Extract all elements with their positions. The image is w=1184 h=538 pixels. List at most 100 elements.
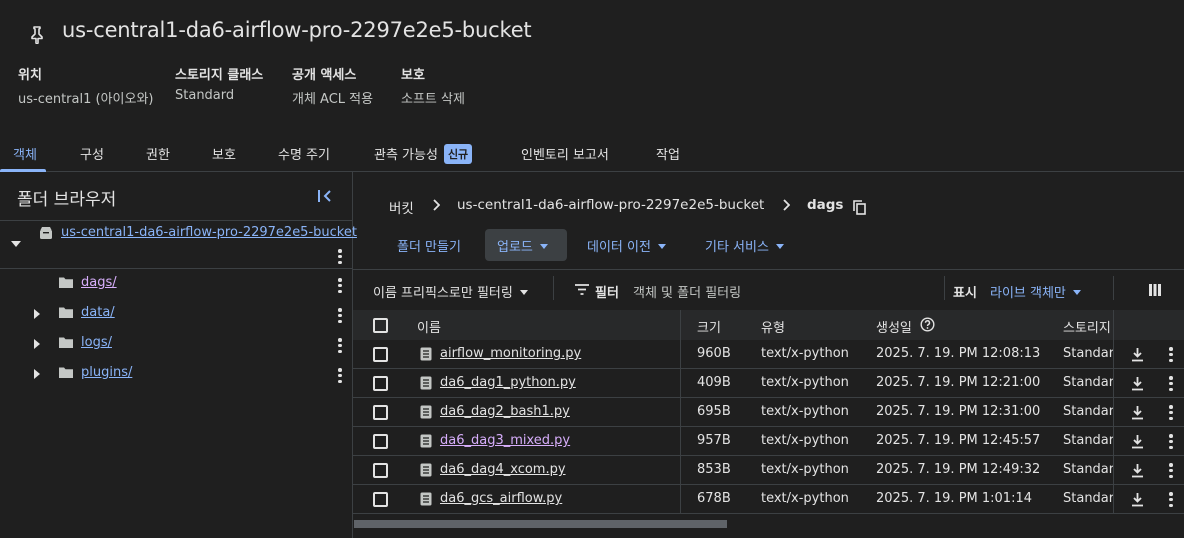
folder-icon xyxy=(58,306,74,319)
row-more-icon[interactable] xyxy=(1169,347,1173,363)
download-icon[interactable] xyxy=(1131,463,1144,478)
download-icon[interactable] xyxy=(1131,492,1144,507)
download-icon[interactable] xyxy=(1131,376,1144,391)
create-folder-button[interactable]: 폴더 만들기 xyxy=(397,236,461,255)
tree-folder-dags-link[interactable]: dags/ xyxy=(81,275,117,290)
data-transfer-button[interactable]: 데이터 이전 xyxy=(587,236,666,255)
tab-permissions[interactable]: 권한 xyxy=(146,144,170,163)
expand-plugins-icon[interactable] xyxy=(33,368,41,380)
row-checkbox[interactable] xyxy=(373,434,388,449)
tab-inventory-reports[interactable]: 인벤토리 보고서 xyxy=(521,144,609,163)
logs-more-icon[interactable] xyxy=(338,338,342,354)
row-checkbox[interactable] xyxy=(373,405,388,420)
caret-down-icon xyxy=(657,244,666,249)
tab-operations[interactable]: 작업 xyxy=(656,144,680,163)
tree-folder-data-link[interactable]: data/ xyxy=(81,305,115,320)
caret-down-icon xyxy=(1072,290,1081,295)
show-value: 라이브 객체만 xyxy=(990,286,1066,301)
expand-root-icon[interactable] xyxy=(10,240,22,248)
tree-folder-logs-link[interactable]: logs/ xyxy=(81,335,112,350)
folder-icon xyxy=(58,366,74,379)
row-more-icon[interactable] xyxy=(1169,434,1173,450)
tabs-divider xyxy=(0,171,1184,172)
row-more-icon[interactable] xyxy=(1169,492,1173,508)
tree-root-bucket-link[interactable]: us-central1-da6-airflow-pro-2297e2e5-buc… xyxy=(61,225,357,240)
divider xyxy=(553,276,554,300)
tab-configuration[interactable]: 구성 xyxy=(80,144,104,163)
chevron-right-icon xyxy=(782,199,790,211)
column-display-icon[interactable] xyxy=(1149,284,1161,296)
expand-logs-icon[interactable] xyxy=(33,338,41,350)
object-created: 2025. 7. 19. PM 12:45:57 xyxy=(876,433,1041,448)
object-size: 853B xyxy=(697,462,731,477)
header-created[interactable]: 생성일 xyxy=(876,317,912,336)
tab-objects[interactable]: 객체 xyxy=(13,144,37,163)
file-icon xyxy=(420,347,432,361)
caret-down-icon xyxy=(519,290,528,295)
object-name-link[interactable]: airflow_monitoring.py xyxy=(440,346,581,361)
object-type: text/x-python xyxy=(761,346,849,361)
select-all-checkbox[interactable] xyxy=(373,318,388,333)
header-type[interactable]: 유형 xyxy=(761,317,785,336)
upload-button[interactable]: 업로드 xyxy=(497,236,548,255)
row-checkbox[interactable] xyxy=(373,376,388,391)
row-checkbox[interactable] xyxy=(373,463,388,478)
row-more-icon[interactable] xyxy=(1169,463,1173,479)
breadcrumb-bucket-link[interactable]: us-central1-da6-airflow-pro-2297e2e5-buc… xyxy=(457,197,764,213)
expand-data-icon[interactable] xyxy=(33,308,41,320)
object-name-link[interactable]: da6_dag3_mixed.py xyxy=(440,433,570,448)
data-more-icon[interactable] xyxy=(338,308,342,324)
scrollbar-thumb[interactable] xyxy=(354,520,727,528)
row-checkbox[interactable] xyxy=(373,492,388,507)
object-name-link[interactable]: da6_gcs_airflow.py xyxy=(440,491,562,506)
data-transfer-label: 데이터 이전 xyxy=(587,240,651,255)
header-storage[interactable]: 스토리지 xyxy=(1063,317,1111,336)
prefix-filter-dropdown[interactable]: 이름 프리픽스로만 필터링 xyxy=(373,282,528,301)
meta-storage-class-label: 스토리지 클래스 xyxy=(175,68,264,83)
root-more-icon[interactable] xyxy=(338,249,342,265)
row-more-icon[interactable] xyxy=(1169,405,1173,421)
other-services-button[interactable]: 기타 서비스 xyxy=(705,236,784,255)
row-checkbox[interactable] xyxy=(373,347,388,362)
breadcrumb-buckets-link[interactable]: 버킷 xyxy=(389,197,414,217)
tab-observability[interactable]: 관측 가능성 신규 xyxy=(374,144,473,164)
filter-input[interactable]: 객체 및 폴더 필터링 xyxy=(633,282,741,301)
folder-browser-title: 폴더 브라우저 xyxy=(17,190,117,210)
download-icon[interactable] xyxy=(1131,405,1144,420)
new-badge: 신규 xyxy=(443,144,473,164)
meta-protection-value: 소프트 삭제 xyxy=(401,92,465,107)
dags-more-icon[interactable] xyxy=(338,278,342,294)
bucket-icon xyxy=(38,226,54,240)
folder-icon xyxy=(58,336,74,349)
object-type: text/x-python xyxy=(761,375,849,390)
header-size[interactable]: 크기 xyxy=(697,317,721,336)
object-storage-class: Standard xyxy=(1063,404,1113,419)
meta-public-access-value: 개체 ACL 적용 xyxy=(292,92,374,107)
object-name-link[interactable]: da6_dag2_bash1.py xyxy=(440,404,570,419)
meta-public-access-label: 공개 액세스 xyxy=(292,68,357,83)
object-name-link[interactable]: da6_dag4_xcom.py xyxy=(440,462,566,477)
show-live-objects-dropdown[interactable]: 라이브 객체만 xyxy=(990,282,1081,301)
tab-lifecycle[interactable]: 수명 주기 xyxy=(278,144,330,163)
download-icon[interactable] xyxy=(1131,347,1144,362)
header-name[interactable]: 이름 xyxy=(417,317,441,336)
other-services-label: 기타 서비스 xyxy=(705,240,769,255)
filter-icon xyxy=(575,284,589,295)
upload-label: 업로드 xyxy=(497,240,533,255)
download-icon[interactable] xyxy=(1131,434,1144,449)
object-created: 2025. 7. 19. PM 12:21:00 xyxy=(876,375,1041,390)
copy-path-icon[interactable] xyxy=(853,200,866,215)
object-created: 2025. 7. 19. PM 12:49:32 xyxy=(876,462,1041,477)
plugins-more-icon[interactable] xyxy=(338,368,342,384)
tree-folder-plugins-link[interactable]: plugins/ xyxy=(81,365,132,380)
object-name-link[interactable]: da6_dag1_python.py xyxy=(440,375,576,390)
chevron-right-icon xyxy=(432,199,440,211)
tab-protection[interactable]: 보호 xyxy=(212,144,236,163)
divider xyxy=(944,276,945,300)
page-title: us-central1-da6-airflow-pro-2297e2e5-buc… xyxy=(62,18,532,42)
row-more-icon[interactable] xyxy=(1169,376,1173,392)
pin-icon[interactable] xyxy=(30,26,44,44)
help-icon[interactable] xyxy=(920,317,935,332)
breadcrumb-current: dags xyxy=(807,197,844,213)
collapse-panel-icon[interactable] xyxy=(316,188,334,204)
